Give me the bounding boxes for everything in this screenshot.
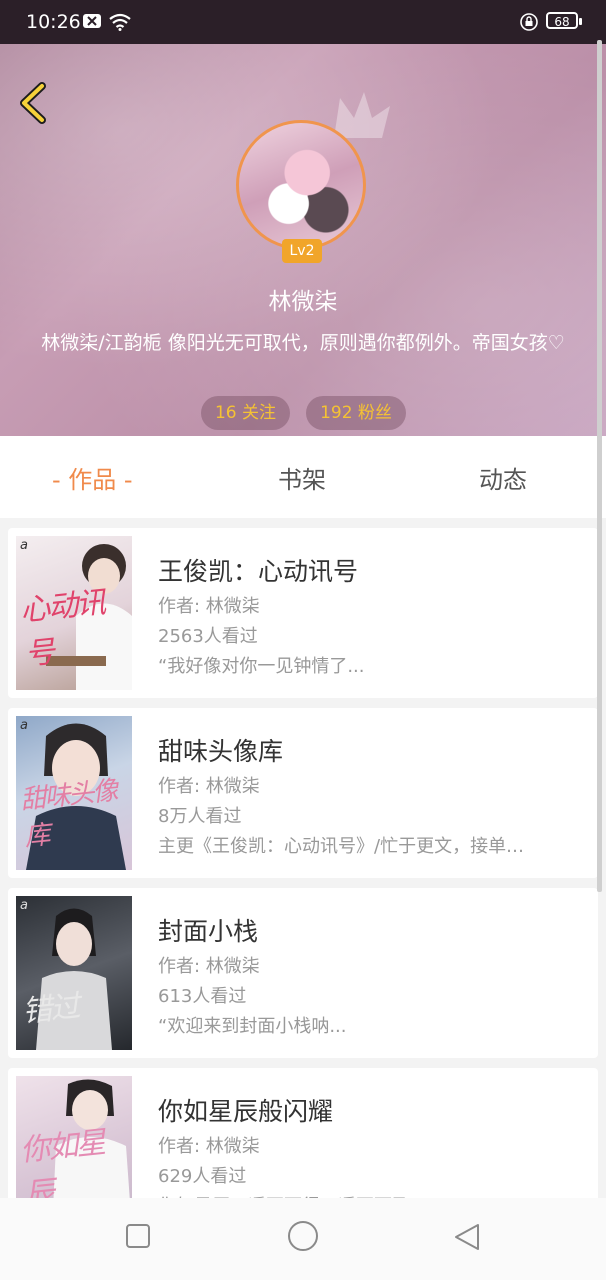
tab-works[interactable]: - 作品 - — [52, 460, 133, 495]
following-count-button[interactable]: 16 关注 — [201, 396, 290, 430]
user-bio: 林微柒/江韵栀 像阳光无可取代，原则遇你都例外。帝国女孩♡ — [41, 332, 565, 354]
recent-apps-button[interactable] — [124, 1222, 152, 1254]
profile-tabs: - 作品 - 书架 动态 — [0, 436, 606, 518]
work-views: 613人看过 — [158, 986, 247, 1007]
system-nav-bar — [0, 1198, 606, 1280]
work-description: 主更《王俊凯：心动讯号》/忙于更文，接单… — [158, 836, 525, 857]
work-views: 629人看过 — [158, 1166, 247, 1187]
work-cover: a 错过 — [16, 896, 132, 1050]
cover-logo-mark: a — [20, 538, 28, 553]
cover-title: 甜味头像库 — [19, 775, 118, 853]
back-button[interactable] — [14, 78, 54, 128]
status-time: 10:26 — [26, 11, 81, 33]
work-views: 8万人看过 — [158, 806, 242, 827]
cover-title: 心动讯号 — [18, 585, 106, 673]
avatar[interactable] — [236, 120, 366, 250]
work-cover: a 心动讯号 — [16, 536, 132, 690]
chevron-left-icon — [20, 82, 46, 124]
work-card[interactable]: a 心动讯号 王俊凯：心动讯号 作者: 林微柒 2563人看过 “我好像对你一见… — [8, 528, 598, 698]
work-author: 作者: 林微柒 — [158, 956, 260, 977]
square-icon — [126, 1224, 150, 1248]
work-description: “欢迎来到封面小栈呐... — [158, 1016, 347, 1037]
work-card[interactable]: a 错过 封面小栈 作者: 林微柒 613人看过 “欢迎来到封面小栈呐... — [8, 888, 598, 1058]
cover-logo-mark: a — [20, 898, 28, 913]
work-card[interactable]: a 甜味头像库 甜味头像库 作者: 林微柒 8万人看过 主更《王俊凯：心动讯号》… — [8, 708, 598, 878]
fans-count-button[interactable]: 192 粉丝 — [306, 396, 406, 430]
circle-icon — [288, 1221, 318, 1251]
battery-indicator: 68 — [546, 12, 582, 29]
work-author: 作者: 林微柒 — [158, 776, 260, 797]
cover-title: 错过 — [20, 989, 81, 1030]
triangle-back-icon — [455, 1224, 479, 1250]
wifi-icon — [108, 13, 132, 35]
work-description: “我好像对你一见钟情了... — [158, 656, 365, 677]
work-title: 封面小栈 — [158, 917, 259, 946]
tab-activity[interactable]: 动态 — [479, 460, 527, 495]
work-author: 作者: 林微柒 — [158, 1136, 260, 1157]
home-button[interactable] — [286, 1221, 320, 1257]
cover-logo-mark: a — [20, 718, 28, 733]
work-views: 2563人看过 — [158, 626, 258, 647]
status-bar: 10:26 68 — [0, 0, 606, 44]
avatar-container[interactable] — [236, 120, 370, 254]
work-title: 甜味头像库 — [158, 737, 284, 766]
nav-back-button[interactable] — [452, 1222, 482, 1256]
lock-rotation-icon — [520, 13, 538, 35]
username: 林微柒 — [268, 289, 338, 315]
notification-icon — [82, 13, 102, 33]
scrollbar[interactable] — [597, 40, 602, 892]
profile-header: 10:26 68 Lv2 林微柒 林微柒/江韵栀 像阳光无可取代，原则遇你都例外… — [0, 0, 606, 436]
tab-bookshelf[interactable]: 书架 — [278, 460, 326, 495]
work-title: 你如星辰般闪耀 — [158, 1097, 334, 1126]
work-cover: a 甜味头像库 — [16, 716, 132, 870]
work-title: 王俊凯：心动讯号 — [158, 557, 359, 586]
work-author: 作者: 林微柒 — [158, 596, 260, 617]
level-badge: Lv2 — [282, 239, 322, 263]
